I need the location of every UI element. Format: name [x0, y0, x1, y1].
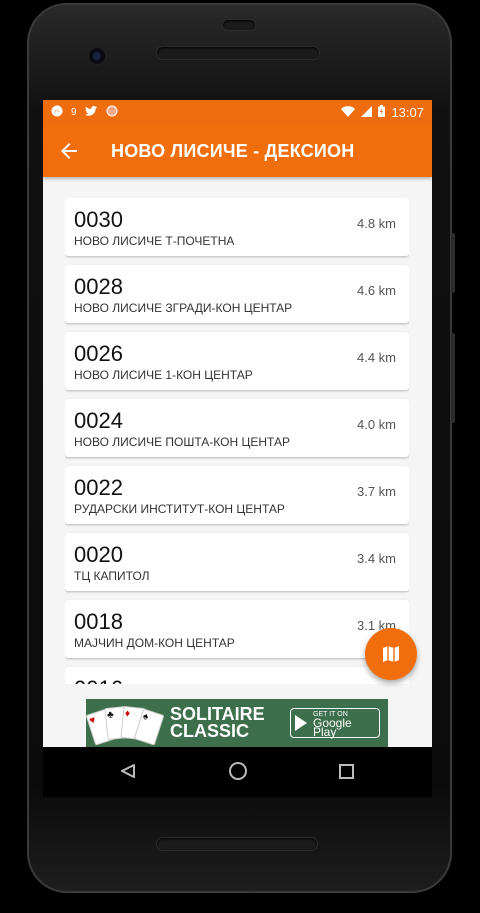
front-camera	[89, 48, 105, 64]
power-button	[451, 333, 455, 423]
list-item[interactable]: 0022 РУДАРСКИ ИНСТИТУТ-КОН ЦЕНТАР 3.7 km	[65, 466, 409, 524]
top-sensor	[223, 20, 255, 30]
stop-code: 0022	[74, 475, 123, 500]
top-speaker	[157, 47, 319, 59]
stop-code: 0028	[74, 274, 123, 299]
stop-name: РУДАРСКИ ИНСТИТУТ-КОН ЦЕНТАР	[74, 502, 285, 516]
stop-name: НОВО ЛИСИЧЕ Т-ПОЧЕТНА	[74, 234, 235, 248]
map-button[interactable]	[365, 628, 417, 680]
stop-name: НОВО ЛИСИЧЕ ПОШТА-КОН ЦЕНТАР	[74, 435, 290, 449]
stop-name: ТЦ КАПИТОЛ	[74, 569, 150, 583]
ad-title: SOLITAIRE CLASSIC	[170, 705, 265, 741]
stop-code: 0020	[74, 542, 123, 567]
playing-cards-image: ♥ ♣ ♦ ♠	[86, 699, 166, 747]
google-play-badge[interactable]: GET IT ON Google Play	[290, 708, 380, 738]
stop-code: 0030	[74, 207, 123, 232]
list-item[interactable]: 0024 НОВО ЛИСИЧЕ ПОШТА-КОН ЦЕНТАР 4.0 km	[65, 399, 409, 457]
stop-distance: 3.4 km	[356, 551, 396, 566]
map-icon	[383, 646, 399, 662]
stop-name: НОВО ЛИСИЧЕ ЗГРАДИ-КОН ЦЕНТАР	[74, 301, 293, 315]
bottom-speaker	[157, 838, 317, 850]
stop-name: НОВО ЛИСИЧЕ 1-КОН ЦЕНТАР	[74, 368, 253, 382]
volume-button	[451, 233, 455, 293]
stop-list[interactable]: 0030 НОВО ЛИСИЧЕ Т-ПОЧЕТНА 4.8 km 0028 Н…	[65, 198, 409, 684]
ad-title-line2: CLASSIC	[170, 721, 250, 741]
google-play-text: GET IT ON Google Play	[313, 710, 375, 739]
stop-distance: 4.0 km	[356, 417, 396, 432]
nav-back-icon[interactable]	[121, 764, 135, 783]
content-area: 0030 НОВО ЛИСИЧЕ Т-ПОЧЕТНА 4.8 km 0028 Н…	[43, 100, 432, 747]
stop-name: МАЈЧИН ДОМ-КОН ЦЕНТАР	[74, 636, 235, 650]
stop-distance: 3.7 km	[356, 484, 396, 499]
stop-distance: 4.4 km	[356, 350, 396, 365]
system-nav-bar	[43, 747, 432, 797]
nav-recent-icon[interactable]	[339, 764, 354, 779]
stop-code: 0024	[74, 408, 123, 433]
ad-banner[interactable]: ♥ ♣ ♦ ♠ SOLITAIRE CLASSIC GET IT ON Goog…	[86, 699, 388, 747]
nav-home-icon[interactable]	[229, 762, 247, 780]
list-item[interactable]: 0020 ТЦ КАПИТОЛ 3.4 km	[65, 533, 409, 591]
stop-code: 0018	[74, 609, 123, 634]
list-item[interactable]: 0018 МАЈЧИН ДОМ-КОН ЦЕНТАР 3.1 km	[65, 600, 409, 658]
list-item[interactable]: 0026 НОВО ЛИСИЧЕ 1-КОН ЦЕНТАР 4.4 km	[65, 332, 409, 390]
list-item[interactable]: 0028 НОВО ЛИСИЧЕ ЗГРАДИ-КОН ЦЕНТАР 4.6 k…	[65, 265, 409, 323]
google-play-icon	[295, 715, 307, 731]
store-big-label: Google Play	[313, 715, 352, 739]
stop-distance: 4.8 km	[356, 216, 396, 231]
stop-code: 0026	[74, 341, 123, 366]
list-item[interactable]: 0030 НОВО ЛИСИЧЕ Т-ПОЧЕТНА 4.8 km	[65, 198, 409, 256]
stop-distance: 4.6 km	[356, 283, 396, 298]
stop-code: 0016	[74, 676, 123, 684]
list-item[interactable]: 0016	[65, 667, 409, 684]
